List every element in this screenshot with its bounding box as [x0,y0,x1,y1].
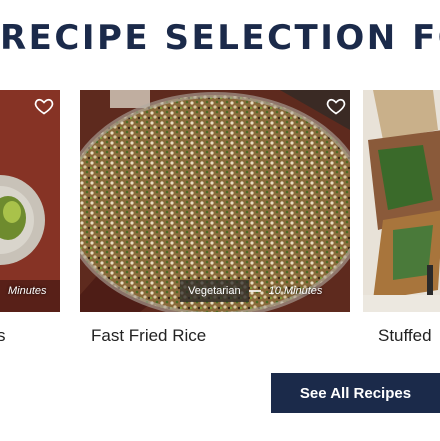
recipe-meta-fried-rice: Vegetarian 10 Minutes [180,280,330,302]
recipe-card-image-fried-rice[interactable]: Vegetarian 10 Minutes [80,90,350,312]
recipe-time: Minutes [8,285,47,297]
recipe-card-image-stuffed[interactable] [363,90,440,312]
see-all-recipes-button[interactable]: See All Recipes [271,373,440,413]
recipe-carousel[interactable]: Minutes Vegetarian 10 Minutes [0,90,440,312]
recipe-titles: s Fast Fried Rice Stuffed [0,326,440,346]
recipe-selection-page: RECIPE SELECTION FOR Minutes [0,0,440,441]
recipe-title-fried-rice[interactable]: Fast Fried Rice [91,326,206,346]
recipe-meta-left: Minutes [0,280,55,302]
recipe-card-image-left[interactable]: Minutes [0,90,60,312]
recipe-title-left[interactable]: s [0,326,6,346]
recipe-photo-stuffed [363,90,440,312]
recipe-photo-fried-rice [80,90,350,312]
tag-separator [248,290,261,292]
favorite-heart-icon[interactable] [326,96,346,116]
section-heading: RECIPE SELECTION FOR [0,18,440,58]
favorite-heart-icon[interactable] [34,96,54,116]
recipe-photo-left [0,90,60,312]
recipe-title-stuffed[interactable]: Stuffed [378,326,432,346]
diet-tag-badge: Vegetarian [180,280,249,302]
recipe-time: 10 Minutes [268,285,323,297]
